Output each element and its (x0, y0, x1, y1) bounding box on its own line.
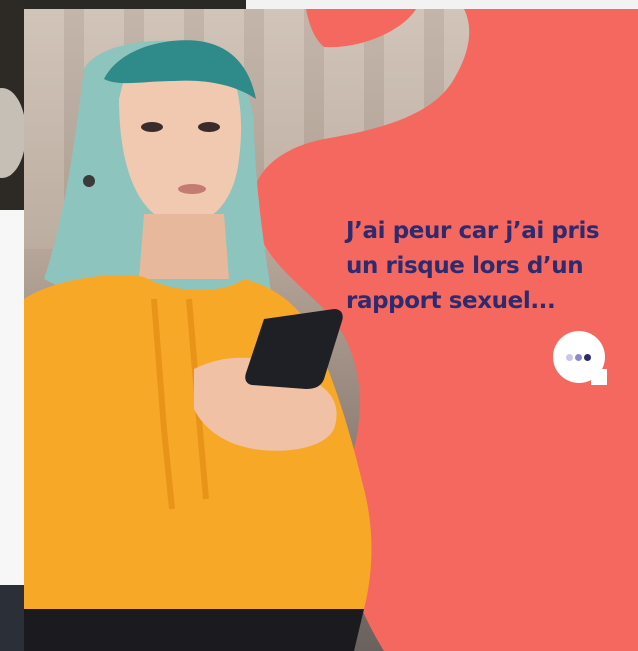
ad-image: J’ai peur car j’ai pris un risque lors d… (0, 0, 638, 651)
left-eye (141, 122, 163, 132)
typing-dot-1 (566, 354, 573, 361)
woman-illustration (24, 40, 372, 651)
adjacent-photo-top-edge (24, 0, 246, 9)
message-line-3: rapport sexuel... (346, 288, 556, 314)
ad-message: J’ai peur car j’ai pris un risque lors d… (346, 214, 636, 319)
lips (178, 184, 206, 194)
message-line-2: un risque lors d’un (346, 253, 584, 279)
earring (83, 175, 95, 187)
typing-dots-icon (553, 331, 607, 385)
right-eye (198, 122, 220, 132)
waistband (24, 609, 364, 651)
neck (139, 214, 229, 279)
campaign-photo: J’ai peur car j’ai pris un risque lors d… (24, 9, 638, 651)
typing-dot-3 (584, 354, 591, 361)
typing-dot-2 (575, 354, 582, 361)
message-line-1: J’ai peur car j’ai pris (346, 218, 600, 244)
adjacent-photo-face (0, 88, 26, 178)
